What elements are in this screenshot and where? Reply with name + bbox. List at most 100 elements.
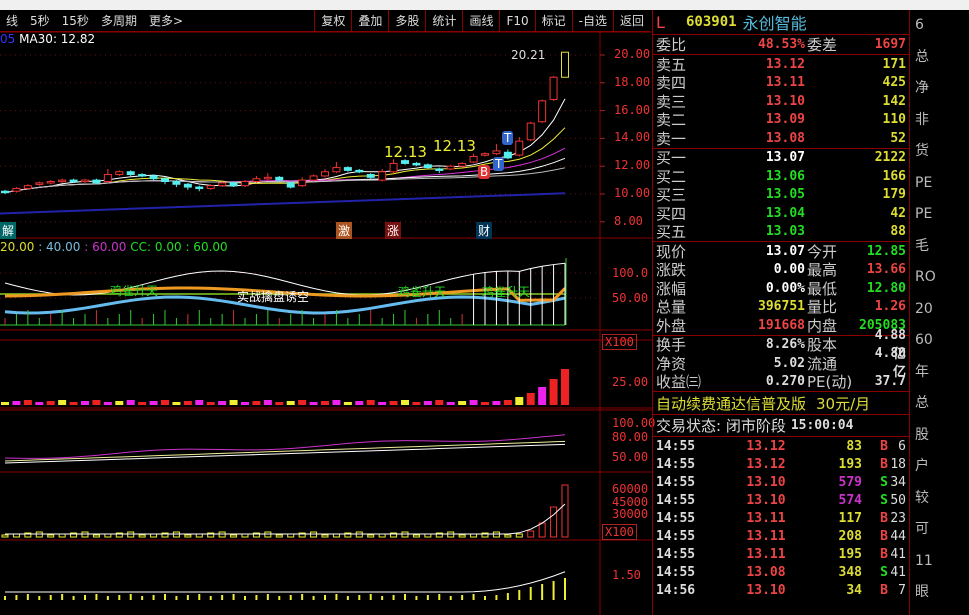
peak-label-2: 12.13 xyxy=(433,137,476,155)
book-row[interactable]: 卖四 13.11 425 xyxy=(653,74,909,92)
label: 收益㈢ xyxy=(656,373,702,392)
buy-signal-badge[interactable]: B xyxy=(478,165,491,179)
candle-body xyxy=(126,171,135,176)
price: 13.10 xyxy=(765,93,805,109)
book-row[interactable]: 买二 13.06 166 xyxy=(653,167,909,186)
volume-bar xyxy=(401,400,409,405)
tick-time: 14:55 xyxy=(656,564,696,580)
high-price-label: 20.21 xyxy=(511,48,546,62)
volume-bar xyxy=(47,534,55,538)
side-item: 6 xyxy=(915,17,924,33)
side-item: 净 xyxy=(915,80,929,96)
volume-bar xyxy=(230,534,238,538)
t-signal-badge[interactable]: T xyxy=(502,131,514,145)
candle-body xyxy=(241,180,249,187)
volume: 166 xyxy=(882,168,906,184)
volume-bar xyxy=(275,402,284,405)
tick-side: S xyxy=(880,564,888,580)
side-item: 可 xyxy=(915,521,929,537)
tick-time: 14:55 xyxy=(656,528,696,544)
tick-row: 14:55 13.10 579 S 34 xyxy=(653,473,909,491)
candle-body xyxy=(103,174,112,182)
t-signal-badge[interactable]: T xyxy=(493,157,505,171)
volume-bar xyxy=(161,400,169,405)
book-row[interactable]: 卖三 13.10 142 xyxy=(653,92,909,111)
line xyxy=(4,440,566,462)
tick-volume: 117 xyxy=(838,510,862,526)
candle-body xyxy=(206,185,215,189)
book-row[interactable]: 卖二 13.09 110 xyxy=(653,111,909,129)
candle-body xyxy=(149,175,158,180)
tick-side: B xyxy=(880,546,888,562)
book-row[interactable]: 买一 13.07 2122 xyxy=(653,149,909,167)
tick-price: 13.10 xyxy=(746,582,786,598)
indicator-axis-tick: 100.00 xyxy=(612,416,656,430)
legend-val: : 60.00 xyxy=(185,240,228,254)
volume-bar xyxy=(12,401,21,405)
volume: 171 xyxy=(882,56,906,72)
candle-body xyxy=(435,168,444,171)
volume-bar xyxy=(184,534,192,538)
book-row[interactable]: 卖一 13.08 52 xyxy=(653,129,909,148)
ma250-line xyxy=(0,192,566,215)
volume-bar xyxy=(515,533,523,538)
event-unlock[interactable]: 解 xyxy=(0,222,17,239)
event-surge[interactable]: 激 xyxy=(336,222,353,239)
tick-time: 14:55 xyxy=(656,474,696,490)
tick-side: S xyxy=(880,474,888,490)
value: 13.07 xyxy=(765,243,805,259)
value: 37.7 xyxy=(874,374,906,390)
vol-ma xyxy=(5,503,566,535)
book-row[interactable]: 买三 13.05 179 xyxy=(653,186,909,204)
indicator-axis-tick: 100.0 xyxy=(612,266,649,280)
value: 1.26 xyxy=(874,299,906,315)
volume-bar xyxy=(538,387,547,405)
book-row[interactable]: 买五 13.03 88 xyxy=(653,223,909,241)
event-finance[interactable]: 财 xyxy=(476,222,493,239)
promo-banner[interactable]: 自动续费通达信普及版 30元/月 xyxy=(653,392,909,415)
tick-volume: 348 xyxy=(838,564,862,580)
tick-row: 14:55 13.10 574 S 50 xyxy=(653,491,909,509)
tick-count: 50 xyxy=(890,492,906,508)
tick-side: B xyxy=(880,510,888,526)
signal-label: 实战擒盘诱空 xyxy=(237,290,310,304)
tick-side: B xyxy=(880,438,888,454)
tick-count: 41 xyxy=(890,564,906,580)
candle-body xyxy=(229,182,238,187)
event-rise[interactable]: 涨 xyxy=(385,222,402,239)
tick-price: 13.11 xyxy=(746,510,786,526)
value: 0.00% xyxy=(765,280,805,296)
stock-code: 603901 xyxy=(686,14,737,30)
tick-side: B xyxy=(880,456,888,472)
side-item: 毛 xyxy=(915,237,929,254)
stat-row: 涨跌 0.00 最高 13.66 xyxy=(653,261,909,279)
stats-block: 现价 13.07 今开 12.85 涨跌 0.00 最高 13.66 涨幅 0.00% 最低 12.8… xyxy=(653,242,909,336)
volume-bar xyxy=(115,401,124,405)
volume-bar xyxy=(561,484,569,538)
price-axis-tick: 18.00 xyxy=(614,74,651,89)
tick-list[interactable]: 14:55 13.12 83 B 6 14:55 13.12 193 B 18 14:55 13.10… xyxy=(653,437,909,599)
book-row[interactable]: 买四 13.04 42 xyxy=(653,204,909,223)
stat-row: 涨幅 0.00% 最低 12.80 xyxy=(653,279,909,298)
fundamentals-block: 换手 8.26% 股本 4.88亿 净资 5.02 流通 4.80亿 收益㈢ 0.270 PE(动)… xyxy=(653,328,909,392)
ask-book: 卖五 13.12 171 卖四 13.11 425 卖三 13.10 142 卖二 13.09 110… xyxy=(653,55,909,149)
tick-count: 6 xyxy=(898,438,906,454)
volume-bar xyxy=(69,402,78,405)
bid-book: 买一 13.07 2122 买二 13.06 166 买三 13.05 179 买四 13.04 42… xyxy=(653,149,909,242)
stock-name: 永创智能 xyxy=(742,14,807,33)
candle-body xyxy=(81,179,89,183)
candle-body xyxy=(423,164,432,169)
tick-price: 13.11 xyxy=(746,528,786,544)
price: 13.04 xyxy=(765,205,805,221)
tick-price: 13.10 xyxy=(746,474,786,490)
indicator-axis-tick: 1.50 xyxy=(612,568,641,582)
side-item: 20 xyxy=(915,300,933,317)
volume-bar xyxy=(103,402,112,405)
indicator5-line xyxy=(5,571,566,593)
indicator-axis-tick: 25.00 xyxy=(612,375,649,389)
kline-chart[interactable] xyxy=(0,0,652,615)
candle-body xyxy=(343,167,352,171)
side-item: PE xyxy=(915,206,933,222)
book-row[interactable]: 卖五 13.12 171 xyxy=(653,55,909,74)
candle-body xyxy=(58,179,67,183)
